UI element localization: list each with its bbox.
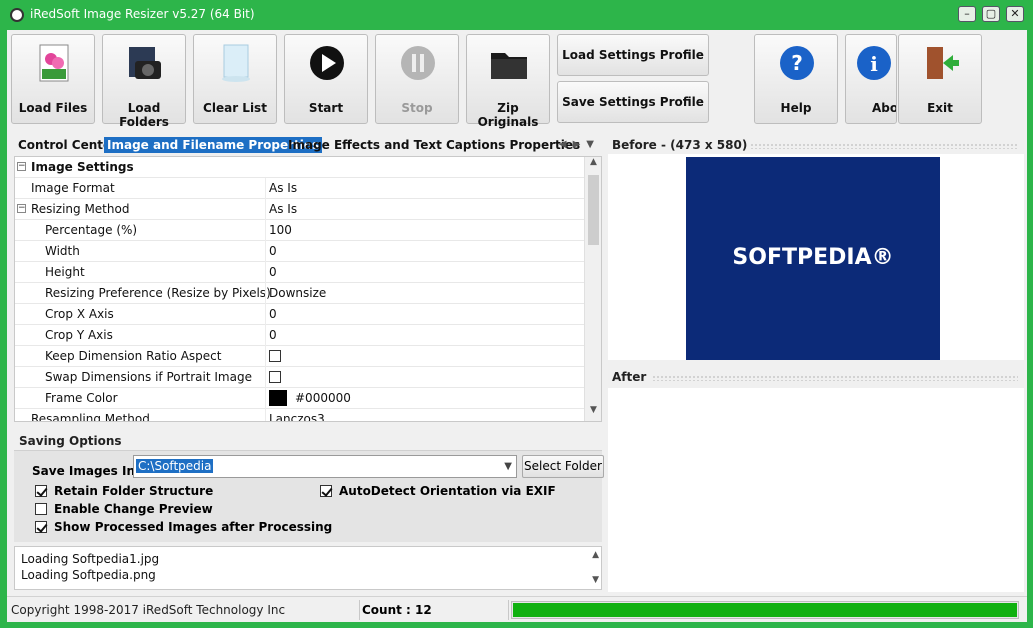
save-path-combo[interactable]: C:\Softpedia ▼	[133, 455, 517, 478]
scroll-up-icon[interactable]: ▲	[592, 550, 599, 560]
property-row[interactable]: Image Format As Is	[15, 178, 585, 199]
property-row[interactable]: Crop Y Axis 0	[15, 325, 585, 346]
show-processed-checkbox[interactable]	[35, 521, 47, 533]
log-line: Loading Softpedia.png	[21, 568, 156, 582]
image-file-icon	[39, 44, 69, 82]
count-label: Count : 12	[359, 600, 509, 620]
svg-text:?: ?	[791, 51, 803, 75]
after-title: After	[612, 370, 651, 384]
zip-originals-button[interactable]: Zip Originals	[466, 34, 550, 129]
load-settings-profile-button[interactable]: Load Settings Profile	[557, 34, 709, 76]
save-path-value: C:\Softpedia	[136, 459, 214, 473]
start-button[interactable]: Start	[284, 34, 368, 124]
show-processed-label: Show Processed Images after Processing	[54, 520, 333, 534]
after-preview	[608, 388, 1024, 592]
log-line: Loading Softpedia1.jpg	[21, 552, 160, 566]
saving-options-box: Save Images In C:\Softpedia ▼ Select Fol…	[14, 450, 604, 542]
property-row[interactable]: Height 0	[15, 262, 585, 283]
app-icon	[10, 8, 24, 22]
load-folders-button[interactable]: Load Folders	[102, 34, 186, 129]
property-grid: − Image Settings Image Format As Is − Re…	[14, 156, 602, 422]
log-list[interactable]: Loading Softpedia1.jpg Loading Softpedia…	[14, 546, 602, 590]
app-window: iRedSoft Image Resizer v5.27 (64 Bit) – …	[0, 0, 1033, 628]
scroll-down-icon[interactable]: ▼	[592, 575, 599, 585]
minimize-button[interactable]: –	[958, 6, 976, 22]
property-row[interactable]: Frame Color #000000	[15, 388, 585, 409]
status-bar: Copyright 1998-2017 iRedSoft Technology …	[7, 596, 1027, 622]
grid-scrollbar[interactable]: ▲ ▼	[584, 157, 601, 421]
enable-preview-checkbox[interactable]	[35, 503, 47, 515]
retain-folder-checkbox[interactable]	[35, 485, 47, 497]
tab-image-effects[interactable]: Image Effects and Text Captions Properti…	[288, 138, 580, 152]
save-images-label: Save Images In	[32, 464, 136, 478]
clear-list-button[interactable]: Clear List	[193, 34, 277, 124]
title-bar: iRedSoft Image Resizer v5.27 (64 Bit) – …	[0, 0, 1033, 30]
property-row[interactable]: Resampling Method Lanczos3	[15, 409, 585, 421]
autodetect-exif-checkbox[interactable]	[320, 485, 332, 497]
scroll-thumb[interactable]	[588, 175, 599, 245]
collapse-icon[interactable]: −	[17, 162, 26, 171]
chevron-down-icon[interactable]: ▼	[504, 461, 512, 472]
section-header[interactable]: − Image Settings	[15, 157, 585, 178]
collapse-icon[interactable]: −	[17, 204, 26, 213]
saving-options-title: Saving Options	[19, 434, 122, 448]
preview-image-text: SOFTPEDIA®	[732, 245, 894, 270]
enable-preview-label: Enable Change Preview	[54, 502, 213, 516]
property-row[interactable]: Width 0	[15, 241, 585, 262]
property-row[interactable]: Percentage (%) 100	[15, 220, 585, 241]
copyright-text: Copyright 1998-2017 iRedSoft Technology …	[11, 603, 286, 617]
exit-door-icon	[927, 47, 959, 79]
property-row[interactable]: Crop X Axis 0	[15, 304, 585, 325]
property-row[interactable]: Swap Dimensions if Portrait Image	[15, 367, 585, 388]
window-title: iRedSoft Image Resizer v5.27 (64 Bit)	[30, 7, 255, 21]
property-row[interactable]: Keep Dimension Ratio Aspect	[15, 346, 585, 367]
folder-icon	[491, 53, 527, 79]
before-header: Before - (473 x 580)	[608, 136, 1024, 154]
before-preview: SOFTPEDIA®	[608, 154, 1024, 360]
after-header: After	[608, 368, 1024, 386]
frame-color-swatch[interactable]	[269, 390, 287, 406]
tab-control-center[interactable]: Control Center	[18, 138, 117, 152]
autodetect-exif-label: AutoDetect Orientation via EXIF	[339, 484, 556, 498]
tab-strip: Control Center Image and Filename Proper…	[10, 136, 604, 156]
preview-image: SOFTPEDIA®	[686, 157, 940, 360]
stop-button[interactable]: Stop	[375, 34, 459, 124]
property-row[interactable]: − Resizing Method As Is	[15, 199, 585, 220]
select-folder-button[interactable]: Select Folder	[522, 455, 604, 478]
help-icon: ?	[780, 46, 814, 80]
info-icon: i	[857, 46, 891, 80]
clear-icon	[222, 44, 250, 82]
before-title: Before - (473 x 580)	[612, 138, 752, 152]
scroll-down-icon[interactable]: ▼	[585, 405, 601, 421]
camera-folder-icon	[129, 47, 161, 79]
retain-folder-label: Retain Folder Structure	[54, 484, 214, 498]
play-icon	[310, 46, 344, 80]
scroll-up-icon[interactable]: ▲	[585, 157, 601, 173]
save-settings-profile-button[interactable]: Save Settings Profile	[557, 81, 709, 123]
property-row[interactable]: Resizing Preference (Resize by Pixels) D…	[15, 283, 585, 304]
tab-scroll-arrows[interactable]: ◀▶▼	[559, 139, 600, 150]
exit-button[interactable]: Exit	[898, 34, 982, 124]
progress-bar	[511, 601, 1019, 619]
pause-icon	[401, 46, 435, 80]
help-button[interactable]: ? Help	[754, 34, 838, 124]
about-button[interactable]: i About	[845, 34, 897, 124]
client-area: Load Files Load Folders Clear List Start	[7, 30, 1027, 622]
swap-dimensions-checkbox[interactable]	[269, 371, 281, 383]
progress-fill	[513, 603, 1017, 617]
load-files-button[interactable]: Load Files	[11, 34, 95, 124]
svg-text:i: i	[870, 52, 878, 76]
settings-panel: Control Center Image and Filename Proper…	[10, 132, 604, 622]
maximize-button[interactable]: ▢	[982, 6, 1000, 22]
close-button[interactable]: ✕	[1006, 6, 1024, 22]
keep-ratio-checkbox[interactable]	[269, 350, 281, 362]
